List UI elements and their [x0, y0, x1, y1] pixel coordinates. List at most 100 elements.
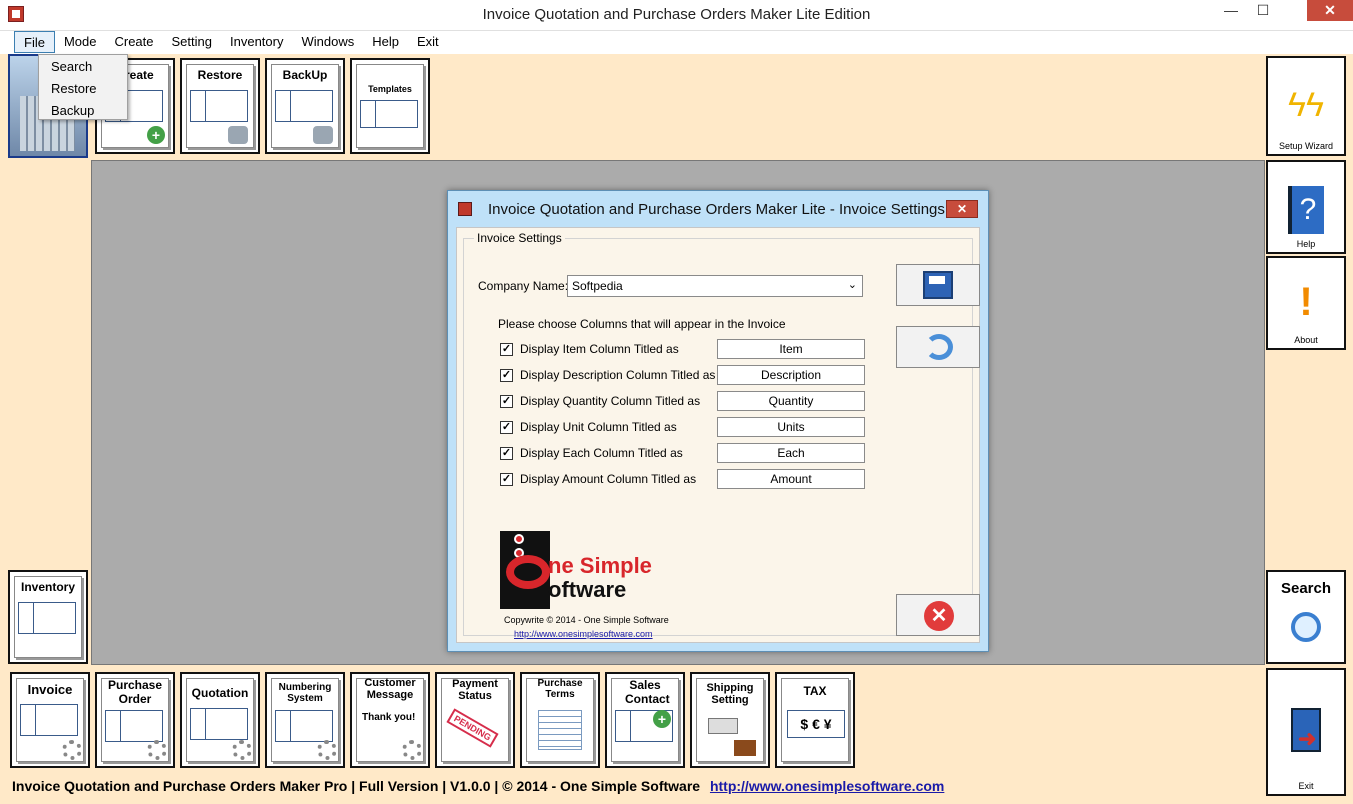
status-website-link[interactable]: http://www.onesimplesoftware.com — [710, 778, 944, 794]
sales-contact-button[interactable]: Sales Contact + — [605, 672, 685, 768]
group-label: Invoice Settings — [474, 231, 565, 245]
quantity-column-title-input[interactable]: Quantity — [717, 391, 865, 411]
help-button[interactable]: ? Help — [1266, 160, 1346, 254]
file-dropdown-menu: Search Restore Backup — [38, 54, 128, 120]
purchase-order-button[interactable]: Purchase Order — [95, 672, 175, 768]
document-icon — [190, 708, 248, 740]
each-column-label: Display Each Column Titled as — [520, 446, 683, 460]
company-name-label: Company Name: — [478, 279, 569, 293]
dialog-app-icon[interactable] — [458, 202, 472, 216]
exclamation-icon: ! — [1299, 280, 1313, 324]
menu-bar: File Mode Create Setting Inventory Windo… — [0, 31, 1353, 54]
tax-button[interactable]: TAX $ € ¥ — [775, 672, 855, 768]
templates-label: Templates — [368, 84, 412, 94]
column-row-amount: ✓ Display Amount Column Titled as Amount — [500, 469, 870, 491]
inventory-button[interactable]: Inventory — [8, 570, 88, 664]
logo-text-line2: oftware — [548, 577, 627, 602]
numbers-icon — [275, 710, 333, 742]
help-label: Help — [1296, 239, 1316, 249]
shipping-setting-label: Shipping Setting — [706, 682, 754, 706]
purchase-terms-label: Purchase Terms — [537, 678, 583, 700]
shipping-setting-button[interactable]: Shipping Setting — [690, 672, 770, 768]
website-link[interactable]: http://www.onesimplesoftware.com — [514, 629, 653, 639]
quantity-column-checkbox[interactable]: ✓ — [500, 395, 513, 408]
payment-status-button[interactable]: Payment Status PENDING — [435, 672, 515, 768]
templates-button[interactable]: Templates — [350, 58, 430, 154]
title-bar: Invoice Quotation and Purchase Orders Ma… — [0, 0, 1353, 31]
database-icon — [313, 126, 333, 144]
box-icon — [734, 740, 756, 756]
menu-create[interactable]: Create — [105, 31, 162, 53]
numbering-system-label: Numbering System — [278, 682, 332, 704]
description-column-title-input[interactable]: Description — [717, 365, 865, 385]
dialog-title: Invoice Quotation and Purchase Orders Ma… — [488, 201, 945, 218]
one-simple-software-logo: ne Simple oftware — [500, 531, 680, 611]
menu-setting[interactable]: Setting — [163, 31, 221, 53]
restore-label: Restore — [197, 68, 243, 82]
document-icon — [105, 710, 163, 742]
about-button[interactable]: ! About — [1266, 256, 1346, 350]
menu-windows[interactable]: Windows — [292, 31, 363, 53]
each-column-checkbox[interactable]: ✓ — [500, 447, 513, 460]
search-button[interactable]: Search — [1266, 570, 1346, 664]
magnifier-icon — [1291, 612, 1321, 642]
quotation-button[interactable]: Quotation — [180, 672, 260, 768]
dialog-body: Invoice Settings Company Name: Softpedia… — [456, 227, 980, 643]
company-name-select[interactable]: Softpedia ⌄ — [567, 275, 863, 297]
document-icon — [190, 90, 248, 122]
menu-file-backup[interactable]: Backup — [39, 101, 127, 123]
item-column-checkbox[interactable]: ✓ — [500, 343, 513, 356]
lightning-icon: ϟϟ — [1288, 86, 1324, 124]
setup-wizard-button[interactable]: ϟϟ Setup Wizard — [1266, 56, 1346, 156]
menu-mode[interactable]: Mode — [55, 31, 106, 53]
minimize-button[interactable]: — — [1217, 0, 1245, 21]
document-icon — [275, 90, 333, 122]
inventory-list-icon — [18, 602, 76, 634]
numbering-system-button[interactable]: Numbering System — [265, 672, 345, 768]
terms-document-icon — [538, 710, 582, 750]
menu-inventory[interactable]: Inventory — [221, 31, 292, 53]
menu-file[interactable]: File — [14, 31, 55, 53]
invoice-label: Invoice — [27, 682, 73, 697]
unit-column-checkbox[interactable]: ✓ — [500, 421, 513, 434]
envelope-icon — [708, 718, 738, 734]
status-text: Invoice Quotation and Purchase Orders Ma… — [12, 778, 701, 794]
description-column-checkbox[interactable]: ✓ — [500, 369, 513, 382]
gear-icon — [62, 740, 82, 760]
backup-label: BackUp — [282, 68, 328, 82]
quotation-label: Quotation — [191, 686, 249, 700]
menu-exit[interactable]: Exit — [408, 31, 448, 53]
purchase-terms-button[interactable]: Purchase Terms — [520, 672, 600, 768]
amount-column-title-input[interactable]: Amount — [717, 469, 865, 489]
menu-file-search[interactable]: Search — [39, 57, 127, 79]
backup-button[interactable]: BackUp — [265, 58, 345, 154]
copyright-text: Copywrite © 2014 - One Simple Software — [504, 615, 669, 625]
item-column-title-input[interactable]: Item — [717, 339, 865, 359]
restore-button[interactable]: Restore — [180, 58, 260, 154]
menu-help[interactable]: Help — [363, 31, 408, 53]
gear-icon — [317, 740, 337, 760]
chevron-down-icon: ⌄ — [847, 279, 857, 291]
invoice-button[interactable]: Invoice — [10, 672, 90, 768]
amount-column-checkbox[interactable]: ✓ — [500, 473, 513, 486]
save-button[interactable] — [896, 264, 980, 306]
help-book-icon: ? — [1288, 186, 1324, 234]
unit-column-title-input[interactable]: Units — [717, 417, 865, 437]
exit-button[interactable]: ➜ Exit — [1266, 668, 1346, 796]
close-button[interactable]: ✕ — [1307, 0, 1353, 21]
column-row-unit: ✓ Display Unit Column Titled as Units — [500, 417, 870, 439]
description-column-label: Display Description Column Titled as — [520, 368, 716, 382]
maximize-button[interactable]: ☐ — [1249, 0, 1277, 21]
template-pages-icon — [360, 100, 418, 128]
refresh-button[interactable] — [896, 326, 980, 368]
arrow-right-icon: ➜ — [1298, 726, 1317, 751]
window-title: Invoice Quotation and Purchase Orders Ma… — [482, 6, 871, 23]
each-column-title-input[interactable]: Each — [717, 443, 865, 463]
cancel-button[interactable]: ✕ — [896, 594, 980, 636]
customer-message-button[interactable]: Customer Message Thank you! — [350, 672, 430, 768]
dialog-close-button[interactable]: ✕ — [946, 200, 978, 218]
gear-icon — [402, 740, 422, 760]
cancel-x-icon: ✕ — [924, 601, 954, 631]
status-bar: Invoice Quotation and Purchase Orders Ma… — [0, 774, 1265, 800]
menu-file-restore[interactable]: Restore — [39, 79, 127, 101]
